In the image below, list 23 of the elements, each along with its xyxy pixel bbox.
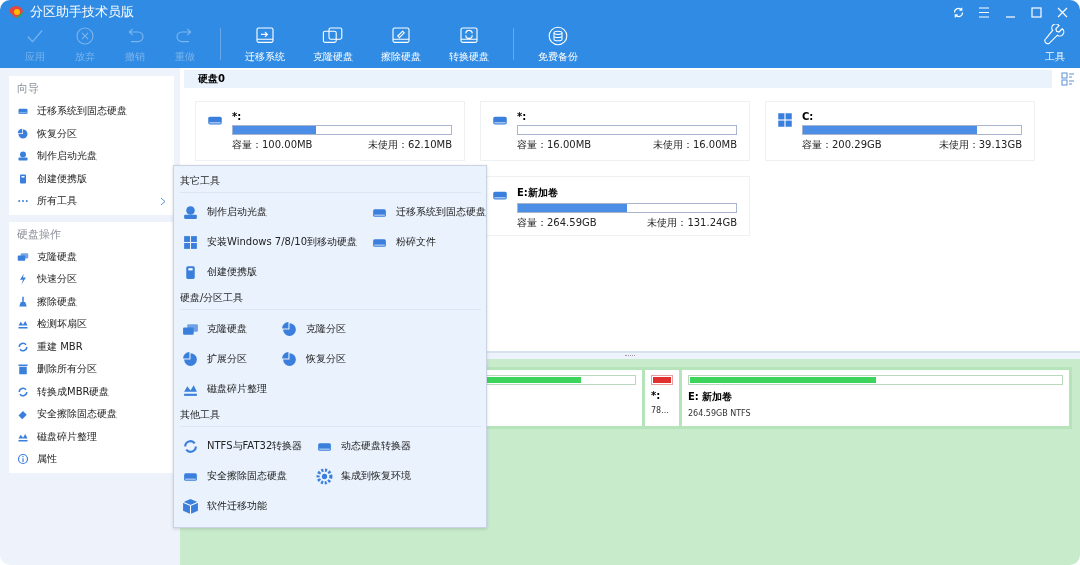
sidebar-heading: 硬盘操作: [16, 226, 62, 242]
partition-name: *:: [517, 111, 528, 122]
capacity-text: 容量：200.29GB: [802, 138, 882, 152]
capacity-text: 容量：16.00MB: [517, 138, 592, 152]
partition-name: *:: [232, 111, 243, 122]
window-title: 分区助手技术员版: [30, 3, 134, 21]
free-space-text: 未使用：39.13GB: [938, 138, 1022, 152]
partition-detail: 264.59GB NTFS: [688, 409, 752, 418]
capacity-text: 容量：100.00MB: [232, 138, 313, 152]
free-space-text: 未使用：16.00MB: [652, 138, 737, 152]
partition-detail: 78...: [651, 406, 670, 415]
free-space-text: 未使用：62.10MB: [367, 138, 452, 152]
free-space-text: 未使用：131.24GB: [647, 216, 737, 230]
menu-section-title: 硬盘/分区工具: [180, 287, 481, 310]
partition-label: E: 新加卷: [688, 390, 734, 404]
partition-label: *:: [651, 390, 662, 401]
partition-name: E:新加卷: [517, 186, 559, 200]
partition-name: C:: [802, 111, 815, 122]
menu-section-title: 其他工具: [180, 404, 481, 427]
disk-title: 硬盘0: [184, 70, 1052, 88]
menu-section-title: 其它工具: [180, 170, 481, 193]
sidebar-heading: 向导: [16, 81, 40, 96]
capacity-text: 容量：264.59GB: [517, 216, 597, 230]
